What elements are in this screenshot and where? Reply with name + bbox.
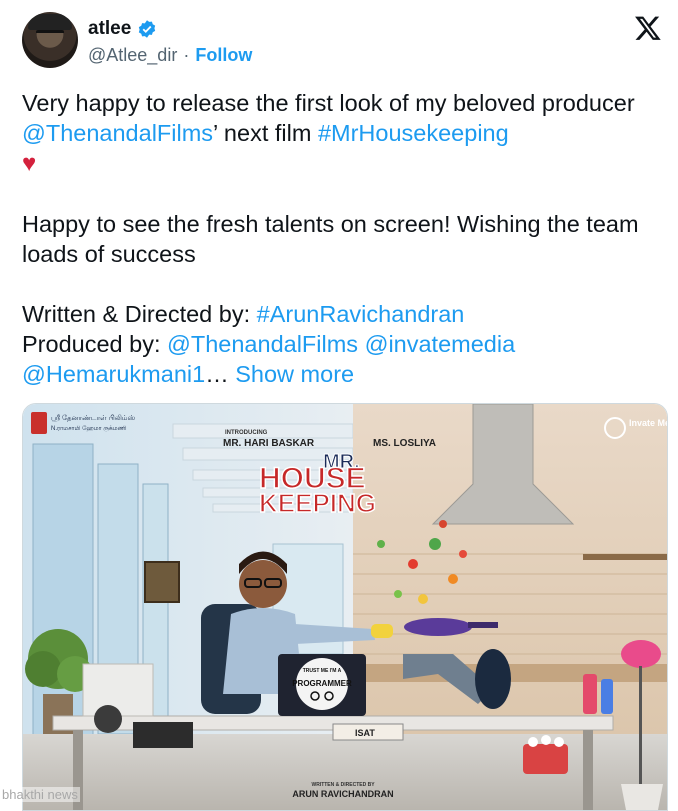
actor-1-name: MR. HARI BASKAR	[223, 438, 315, 449]
author-name-row: atlee	[88, 18, 157, 40]
desk-organizer	[133, 722, 193, 748]
actor-2-name: MS. LOSLIYA	[373, 438, 436, 449]
mention-thenandalfilms-2[interactable]: @ThenandalFilms	[167, 331, 358, 357]
laptop: TRUST ME I'M A PROGRAMMER	[278, 654, 366, 716]
tweet-paragraph-3: Written & Directed by: #ArunRavichandran…	[22, 301, 516, 387]
invate-media-text: Invate Media	[629, 418, 667, 428]
desk-clock	[94, 705, 122, 733]
x-logo-icon[interactable]	[634, 14, 662, 42]
tweet-media-poster[interactable]: TRUST ME I'M A PROGRAMMER ISAT ஸ்ரீ தேனா…	[22, 403, 668, 811]
avatar[interactable]	[22, 12, 78, 68]
introducing-label: INTRODUCING	[225, 430, 268, 436]
movie-title: MR. HOUSE KEEPING	[258, 451, 377, 519]
handle-row: @Atlee_dir · Follow	[88, 45, 252, 66]
svg-text:N.ராமசாமி ஹேமா ருக்மணி: N.ராமசாமி ஹேமா ருக்மணி	[51, 425, 127, 432]
stack-of-papers	[82, 663, 154, 717]
separator: ·	[183, 45, 190, 65]
follow-button[interactable]: Follow	[195, 45, 252, 66]
hashtag-mrhousekeeping[interactable]: #MrHousekeeping	[318, 120, 509, 146]
tweet-header: atlee @Atlee_dir · Follow	[22, 12, 662, 74]
mention-hemarukmani1[interactable]: @Hemarukmani1	[22, 361, 205, 387]
laptop-sticker-main: PROGRAMMER	[292, 679, 352, 688]
watermark: bhakthi news	[0, 787, 80, 802]
director-credit-name: ARUN RAVICHANDRAN	[292, 789, 393, 799]
tweet-paragraph-1: Very happy to release the first look of …	[22, 90, 635, 177]
handle[interactable]: @Atlee_dir	[88, 45, 177, 66]
mention-thenandalfilms[interactable]: @ThenandalFilms	[22, 120, 213, 146]
tweet-paragraph-2: Happy to see the fresh talents on screen…	[22, 211, 639, 267]
tweet-text: Very happy to release the first look of …	[22, 88, 662, 389]
desk-sign-text: ISAT	[355, 728, 375, 738]
title-keeping: KEEPING	[259, 488, 376, 518]
mention-invatemedia[interactable]: @invatemedia	[365, 331, 516, 357]
verified-badge-icon	[139, 20, 156, 38]
laptop-sticker-top: TRUST ME I'M A	[303, 668, 342, 674]
heart-emoji-icon: ♥	[22, 150, 37, 177]
credit-label: WRITTEN & DIRECTED BY	[311, 782, 375, 788]
show-more-link[interactable]: Show more	[235, 361, 354, 387]
mona-lisa-frame	[144, 561, 180, 603]
kitchen-shelf	[583, 554, 667, 560]
hashtag-arunravichandran[interactable]: #ArunRavichandran	[257, 301, 465, 327]
svg-text:ஸ்ரீ தேனாண்டாள் பிலிம்ஸ்: ஸ்ரீ தேனாண்டாள் பிலிம்ஸ்	[51, 414, 136, 422]
display-name[interactable]: atlee	[88, 18, 131, 40]
